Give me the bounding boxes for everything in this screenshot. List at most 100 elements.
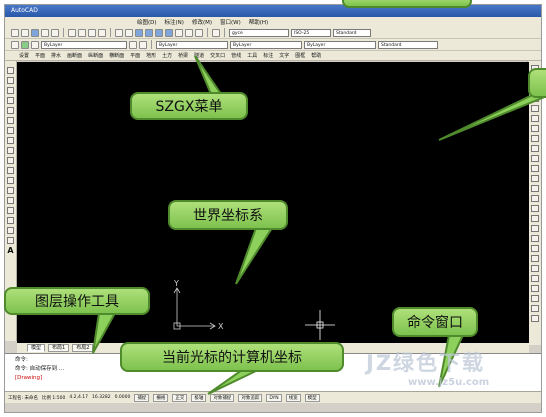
circle-icon[interactable] xyxy=(7,127,14,134)
layer-on-icon[interactable] xyxy=(21,40,29,49)
trim-icon[interactable] xyxy=(530,155,539,162)
layer-freeze-icon[interactable] xyxy=(31,40,39,49)
ortho-toggle[interactable]: 正交 xyxy=(172,393,188,402)
fillet-icon[interactable] xyxy=(530,205,539,212)
tab-layout1[interactable]: 布局1 xyxy=(48,344,70,352)
color-combo[interactable]: ByLayer xyxy=(156,40,228,49)
szgx-menu-item[interactable]: 平面 xyxy=(35,52,45,59)
new-file-icon[interactable] xyxy=(11,28,19,37)
tool-palettes-icon[interactable] xyxy=(195,28,203,37)
szgx-menu-item[interactable]: 排水 xyxy=(51,52,61,59)
extend-icon[interactable] xyxy=(530,165,539,172)
ellipse-icon[interactable] xyxy=(7,157,14,164)
menu-modify[interactable]: 修改(M) xyxy=(192,18,212,26)
plot-style-combo[interactable]: Standard xyxy=(378,40,438,49)
array-icon[interactable] xyxy=(530,105,539,112)
linetype-combo[interactable]: ByLayer xyxy=(230,40,302,49)
make-current-layer-icon[interactable] xyxy=(129,40,137,49)
rectangle-icon[interactable] xyxy=(7,107,14,114)
cut-icon[interactable] xyxy=(68,28,76,37)
join-icon[interactable] xyxy=(530,185,539,192)
otrack-toggle[interactable]: 对象追踪 xyxy=(238,393,263,402)
dimension-leader-icon[interactable] xyxy=(530,265,539,272)
save-icon[interactable] xyxy=(31,28,39,37)
osnap-toggle[interactable]: 对象捕捉 xyxy=(210,393,235,402)
help-icon[interactable] xyxy=(212,28,220,37)
szgx-menu-item[interactable]: 土方 xyxy=(162,52,172,59)
dimension-linear-icon[interactable] xyxy=(530,225,539,232)
zoom-previous-icon[interactable] xyxy=(165,28,173,37)
model-toggle[interactable]: 模型 xyxy=(304,393,320,402)
snap-toggle[interactable]: 捕捉 xyxy=(134,393,150,402)
zoom-window-icon[interactable] xyxy=(155,28,163,37)
paste-icon[interactable] xyxy=(88,28,96,37)
snap-settings-icon[interactable] xyxy=(530,285,539,292)
tab-model[interactable]: 模型 xyxy=(27,344,46,352)
menu-window[interactable]: 窗口(W) xyxy=(220,18,241,26)
menu-dimension[interactable]: 标注(N) xyxy=(165,18,184,26)
explode-icon[interactable] xyxy=(530,215,539,222)
polygon-icon[interactable] xyxy=(7,97,14,104)
menu-draw[interactable]: 绘图(D) xyxy=(137,18,157,26)
dimension-aligned-icon[interactable] xyxy=(530,235,539,242)
grid-toggle[interactable]: 栅格 xyxy=(153,393,169,402)
make-block-icon[interactable] xyxy=(7,187,14,194)
properties-icon[interactable] xyxy=(175,28,183,37)
scale-icon[interactable] xyxy=(530,135,539,142)
szgx-menu-item[interactable]: 工具 xyxy=(247,52,257,59)
lineweight-toggle[interactable]: 线宽 xyxy=(285,393,301,402)
szgx-menu-item[interactable]: 横断面 xyxy=(109,52,124,59)
szgx-menu-item[interactable]: 管线 xyxy=(231,52,241,59)
dimension-style-icon[interactable] xyxy=(530,275,539,282)
arc-icon[interactable] xyxy=(7,117,14,124)
rotate-icon[interactable] xyxy=(530,125,539,132)
table-style-combo[interactable]: Standard xyxy=(333,28,371,37)
pan-icon[interactable] xyxy=(135,28,143,37)
osnap-center-icon[interactable] xyxy=(530,315,539,322)
revision-cloud-icon[interactable] xyxy=(7,137,14,144)
szgx-menu-item[interactable]: 平面 xyxy=(130,52,140,59)
tab-layout2[interactable]: 布局2 xyxy=(72,344,94,352)
szgx-menu-item[interactable]: 交叉口 xyxy=(210,52,225,59)
layer-combo[interactable]: ByLayer xyxy=(41,40,127,49)
insert-block-icon[interactable] xyxy=(7,177,14,184)
match-properties-icon[interactable] xyxy=(98,28,106,37)
move-icon[interactable] xyxy=(530,115,539,122)
dimension-angular-icon[interactable] xyxy=(530,255,539,262)
print-icon[interactable] xyxy=(41,28,49,37)
szgx-menu-item[interactable]: 桥梁 xyxy=(178,52,188,59)
open-file-icon[interactable] xyxy=(21,28,29,37)
design-center-icon[interactable] xyxy=(185,28,193,37)
layer-previous-icon[interactable] xyxy=(139,40,147,49)
text-style-combo[interactable]: gyce xyxy=(229,28,289,37)
region-icon[interactable] xyxy=(7,227,14,234)
szgx-menu-item[interactable]: 标注 xyxy=(263,52,273,59)
szgx-menu-item[interactable]: 设置 xyxy=(19,52,29,59)
osnap-endpoint-icon[interactable] xyxy=(530,295,539,302)
dyn-toggle[interactable]: DYN xyxy=(266,393,282,402)
polyline-icon[interactable] xyxy=(7,87,14,94)
layer-manager-icon[interactable] xyxy=(11,40,19,49)
dimension-radius-icon[interactable] xyxy=(530,245,539,252)
chamfer-icon[interactable] xyxy=(530,195,539,202)
polar-toggle[interactable]: 极轴 xyxy=(191,393,207,402)
gradient-icon[interactable] xyxy=(7,217,14,224)
stretch-icon[interactable] xyxy=(530,145,539,152)
menu-help[interactable]: 帮助(H) xyxy=(249,18,268,26)
ellipse-arc-icon[interactable] xyxy=(7,167,14,174)
dim-style-combo[interactable]: ISO-25 xyxy=(291,28,331,37)
hatch-icon[interactable] xyxy=(7,207,14,214)
osnap-midpoint-icon[interactable] xyxy=(530,305,539,312)
construction-line-icon[interactable] xyxy=(7,77,14,84)
szgx-menu-item[interactable]: 文字 xyxy=(279,52,289,59)
szgx-menu-item[interactable]: 地形 xyxy=(146,52,156,59)
table-icon[interactable] xyxy=(7,237,14,244)
spline-icon[interactable] xyxy=(7,147,14,154)
szgx-menu-item[interactable]: 纵断面 xyxy=(88,52,103,59)
szgx-menu-item[interactable]: 图框 xyxy=(295,52,305,59)
szgx-menu-item[interactable]: 帮助 xyxy=(311,52,321,59)
line-icon[interactable] xyxy=(7,67,14,74)
copy-icon[interactable] xyxy=(78,28,86,37)
lineweight-combo[interactable]: ByLayer xyxy=(304,40,376,49)
redo-icon[interactable] xyxy=(125,28,133,37)
